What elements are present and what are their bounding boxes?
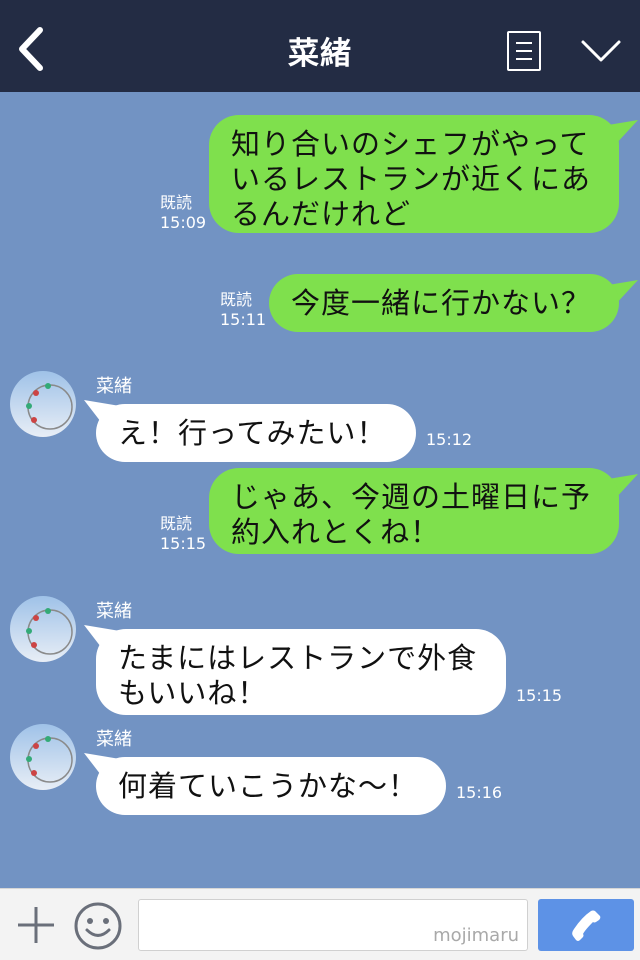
my-message-bubble[interactable]: 今度一緒に行かない？	[269, 274, 619, 332]
my-message-bubble[interactable]: じゃあ、今週の土曜日に予 約入れとくね！	[209, 468, 619, 554]
contact-avatar[interactable]	[10, 724, 76, 790]
read-receipt: 既読 15:15	[160, 514, 207, 553]
their-message-bubble[interactable]: 何着ていこうかな〜！	[96, 757, 446, 815]
message-time: 15:12	[426, 430, 473, 449]
message-list[interactable]: 既読 15:09 知り合いのシェフがやって いるレストランが近くにあ るんだけれど 既…	[0, 92, 640, 888]
message-time: 15:16	[456, 783, 503, 802]
phone-icon	[572, 910, 601, 941]
message-input[interactable]: mojimaru	[138, 899, 528, 951]
ferris-wheel-icon	[26, 608, 73, 655]
my-message-bubble[interactable]: 知り合いのシェフがやって いるレストランが近くにあ るんだけれど	[209, 115, 619, 233]
chat-header: 菜緒	[0, 0, 640, 92]
message-time: 15:15	[516, 686, 563, 705]
call-button[interactable]	[538, 899, 634, 951]
watermark: mojimaru	[433, 925, 519, 946]
their-message-bubble[interactable]: え！行ってみたい！	[96, 404, 416, 462]
menu-list-icon[interactable]	[507, 31, 541, 71]
read-receipt: 既読 15:09	[160, 193, 207, 232]
message-composer: mojimaru	[0, 888, 640, 960]
ferris-wheel-icon	[26, 736, 73, 783]
read-receipt: 既読 15:11	[220, 290, 267, 329]
sender-name: 菜緒	[96, 729, 132, 750]
chat-title: 菜緒	[288, 36, 352, 72]
plus-icon[interactable]	[14, 903, 58, 947]
contact-avatar[interactable]	[10, 371, 76, 437]
smiley-icon[interactable]	[73, 901, 123, 951]
sender-name: 菜緒	[96, 376, 132, 397]
sender-name: 菜緒	[96, 601, 132, 622]
ferris-wheel-icon	[26, 383, 73, 430]
contact-avatar[interactable]	[10, 596, 76, 662]
their-message-bubble[interactable]: たまにはレストランで外食 もいいね！	[96, 629, 506, 715]
chevron-down-icon[interactable]	[580, 36, 622, 66]
